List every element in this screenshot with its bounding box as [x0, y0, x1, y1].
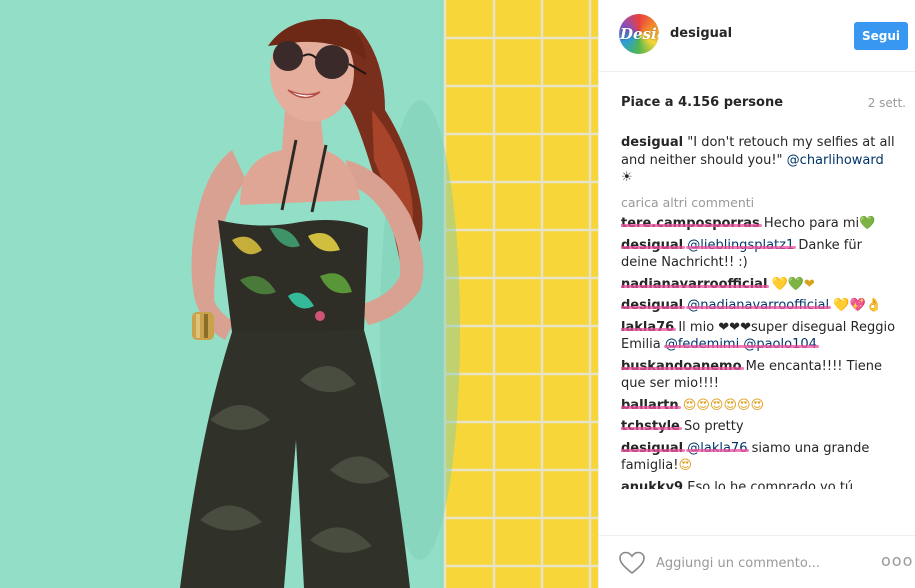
comment-text: Eso lo he comprado yo tú — [687, 479, 854, 489]
comment-item: lakla76 Il mio ❤❤❤super disegual Reggio … — [621, 319, 901, 354]
heart-eyes-emoji: 😍😍😍😍😍😍 — [682, 397, 765, 413]
comment-item: anukky9 Eso lo he comprado yo tú — [621, 479, 901, 489]
comment-item: nadianavarroofficial 💛💚❤ — [621, 276, 901, 294]
comments-list[interactable]: desigual "I don't retouch my selfies at … — [621, 134, 901, 526]
comment-mention[interactable]: @lakla76 — [687, 441, 747, 456]
comment-text: Hecho para mi — [763, 216, 860, 231]
sun-icon: ☀ — [621, 170, 633, 185]
comment-username[interactable]: anukky9 — [621, 480, 683, 489]
hearts-emoji: 💛💖👌 — [833, 298, 882, 313]
comment-item: ballartn 😍😍😍😍😍😍 — [621, 397, 901, 415]
username-link[interactable]: desigual — [670, 26, 732, 41]
post-caption: desigual "I don't retouch my selfies at … — [621, 134, 901, 187]
comment-item: tere.camposporras Hecho para mi💚 — [621, 215, 901, 233]
comment-username[interactable]: tchstyle — [621, 419, 680, 434]
post-timestamp[interactable]: 2 sett. — [868, 96, 906, 110]
comment-mention[interactable]: @nadianavarroofficial — [687, 298, 829, 313]
avatar[interactable]: Desig — [619, 14, 659, 54]
comment-username[interactable]: desigual — [621, 298, 683, 313]
post-photo[interactable] — [0, 0, 598, 588]
comment-username[interactable]: ballartn — [621, 398, 679, 413]
comment-mention[interactable]: @lieblingsplatz1 — [687, 238, 794, 253]
load-more-comments-link[interactable]: carica altri commenti — [621, 194, 901, 212]
caption-username[interactable]: desigual — [621, 135, 683, 150]
post-header: Desig desigual Segui — [599, 0, 915, 72]
heart-outline-icon[interactable] — [619, 551, 645, 575]
photo-illustration — [0, 0, 598, 588]
comment-item: tchstyle So pretty — [621, 418, 901, 436]
comment-username[interactable]: desigual — [621, 441, 683, 456]
green-heart-icon: 💚 — [859, 216, 876, 231]
comment-username[interactable]: buskandoanemo — [621, 359, 742, 374]
comment-username[interactable]: tere.camposporras — [621, 216, 760, 231]
comment-mention[interactable]: @fedemimi @paolo104 — [665, 337, 817, 352]
more-options-icon[interactable]: ooo — [881, 551, 913, 570]
follow-button[interactable]: Segui — [854, 22, 908, 50]
avatar-logo-text: Desig — [620, 25, 659, 43]
comment-username[interactable]: lakla76 — [621, 320, 674, 335]
comment-username[interactable]: desigual — [621, 238, 683, 253]
comment-username[interactable]: nadianavarroofficial — [621, 277, 767, 292]
comment-item: desigual @lakla76 siamo una grande famig… — [621, 440, 901, 475]
comment-text: So pretty — [684, 419, 744, 434]
likes-count[interactable]: Piace a 4.156 persone — [621, 95, 783, 110]
comment-item: desigual @lieblingsplatz1 Danke für dein… — [621, 237, 901, 272]
add-comment-input[interactable] — [656, 553, 856, 573]
caption-mention[interactable]: @charlihoward — [787, 153, 884, 168]
likes-row: Piace a 4.156 persone 2 sett. — [621, 95, 906, 115]
comment-item: buskandoanemo Me encanta!!!! Tiene que s… — [621, 358, 901, 393]
post-footer: ooo — [599, 535, 915, 588]
heart-eyes-emoji: 😍 — [678, 458, 693, 473]
hearts-emoji: 💛💚❤ — [771, 276, 815, 292]
post-side-panel: Desig desigual Segui Piace a 4.156 perso… — [598, 0, 915, 588]
comment-item: desigual @nadianavarroofficial 💛💖👌 — [621, 297, 901, 315]
